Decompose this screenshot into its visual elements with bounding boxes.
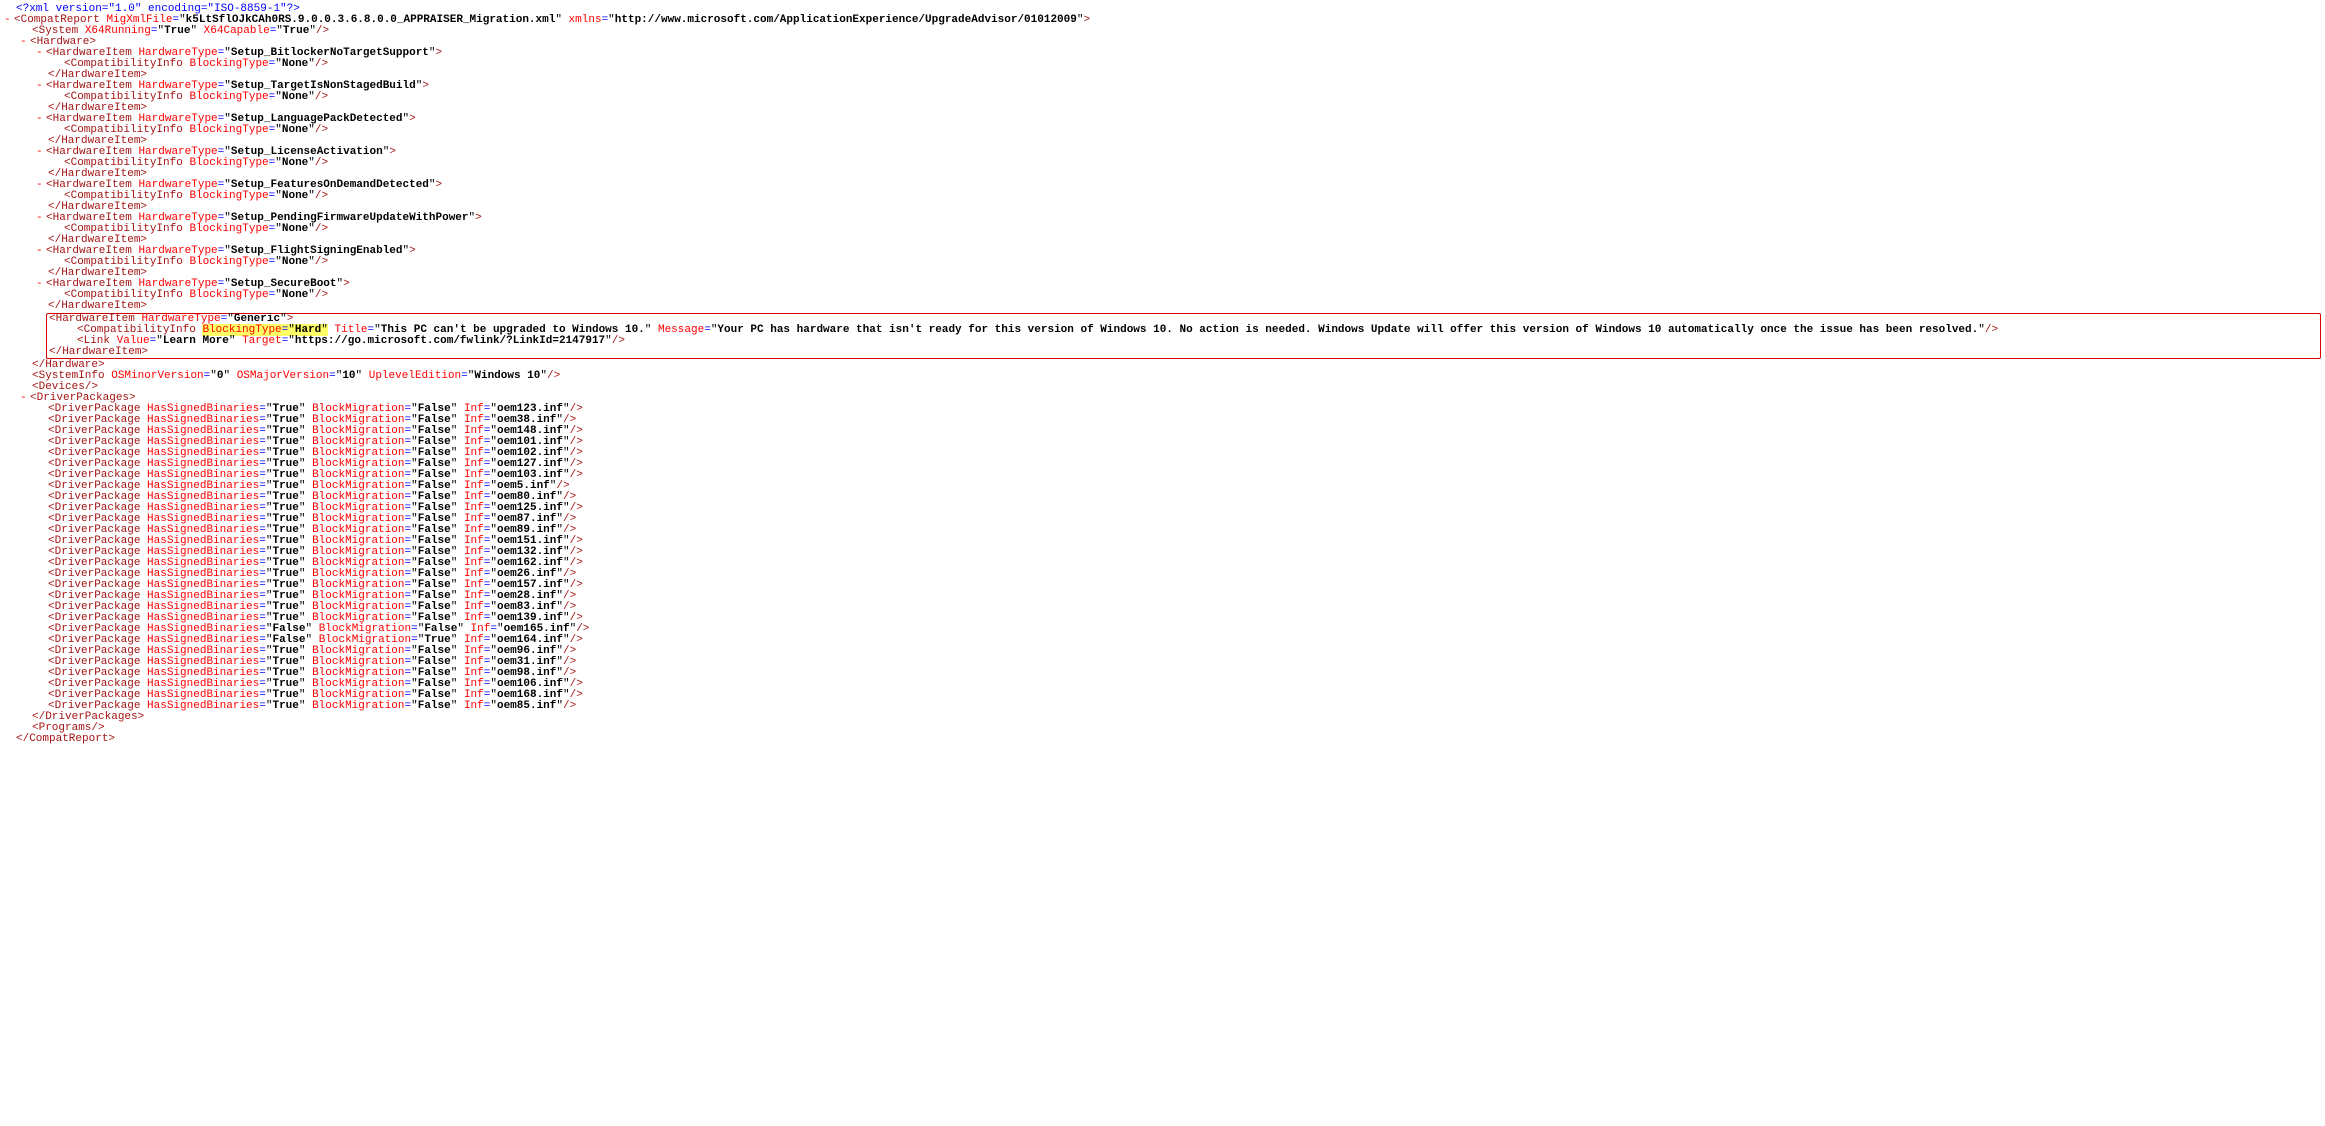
hardwareitem-open[interactable]: -<HardwareItem HardwareType="Setup_Licen… xyxy=(4,147,2325,158)
hardwareitem-open[interactable]: -<HardwareItem HardwareType="Setup_Fligh… xyxy=(4,246,2325,257)
compatreport-close[interactable]: </CompatReport> xyxy=(4,734,2325,745)
compatibilityinfo[interactable]: <CompatibilityInfo BlockingType="None"/> xyxy=(4,59,2325,70)
collapse-toggle[interactable]: - xyxy=(20,393,30,404)
hardwareitem-open[interactable]: -<HardwareItem HardwareType="Setup_Secur… xyxy=(4,279,2325,290)
driverpackages-close[interactable]: </DriverPackages> xyxy=(4,712,2325,723)
compatibilityinfo[interactable]: <CompatibilityInfo BlockingType="None"/> xyxy=(4,257,2325,268)
collapse-toggle[interactable]: - xyxy=(36,279,46,290)
highlighted-block: <HardwareItem HardwareType="Generic"><Co… xyxy=(46,313,2321,359)
xml-document: <?xml version="1.0" encoding="ISO-8859-1… xyxy=(4,4,2325,745)
hardwareitem-open[interactable]: -<HardwareItem HardwareType="Setup_Bitlo… xyxy=(4,48,2325,59)
collapse-toggle[interactable]: - xyxy=(36,180,46,191)
compatibilityinfo[interactable]: <CompatibilityInfo BlockingType="None"/> xyxy=(4,224,2325,235)
hardwareitem-open[interactable]: -<HardwareItem HardwareType="Setup_Pendi… xyxy=(4,213,2325,224)
compatibilityinfo[interactable]: <CompatibilityInfo BlockingType="None"/> xyxy=(4,92,2325,103)
hardwareitem-open[interactable]: -<HardwareItem HardwareType="Setup_Langu… xyxy=(4,114,2325,125)
compatreport-open[interactable]: -<CompatReport MigXmlFile="k5LtSflOJkCAh… xyxy=(4,15,2325,26)
collapse-toggle[interactable]: - xyxy=(36,246,46,257)
collapse-toggle[interactable]: - xyxy=(36,213,46,224)
programs[interactable]: <Programs/> xyxy=(4,723,2325,734)
hardwareitem-close[interactable]: </HardwareItem> xyxy=(49,347,2318,358)
compatibilityinfo[interactable]: <CompatibilityInfo BlockingType="None"/> xyxy=(4,125,2325,136)
collapse-toggle[interactable]: - xyxy=(36,81,46,92)
compatibilityinfo[interactable]: <CompatibilityInfo BlockingType="None"/> xyxy=(4,158,2325,169)
collapse-toggle[interactable]: - xyxy=(36,48,46,59)
system-element[interactable]: <System X64Running="True" X64Capable="Tr… xyxy=(4,26,2325,37)
hardwareitem-close[interactable]: </HardwareItem> xyxy=(4,301,2325,312)
collapse-toggle[interactable]: - xyxy=(36,114,46,125)
collapse-toggle[interactable]: - xyxy=(36,147,46,158)
hardwareitem-open[interactable]: -<HardwareItem HardwareType="Setup_Targe… xyxy=(4,81,2325,92)
collapse-toggle[interactable]: - xyxy=(20,37,30,48)
compatibilityinfo[interactable]: <CompatibilityInfo BlockingType="None"/> xyxy=(4,191,2325,202)
hardwareitem-open[interactable]: -<HardwareItem HardwareType="Setup_Featu… xyxy=(4,180,2325,191)
devices[interactable]: <Devices/> xyxy=(4,382,2325,393)
compatibilityinfo[interactable]: <CompatibilityInfo BlockingType="None"/> xyxy=(4,290,2325,301)
systeminfo[interactable]: <SystemInfo OSMinorVersion="0" OSMajorVe… xyxy=(4,371,2325,382)
driverpackage[interactable]: <DriverPackage HasSignedBinaries="True" … xyxy=(4,701,2325,712)
hardwareitem-close[interactable]: </HardwareItem> xyxy=(4,268,2325,279)
link-element[interactable]: <Link Value="Learn More" Target="https:/… xyxy=(49,336,2318,347)
collapse-toggle[interactable]: - xyxy=(4,15,14,26)
